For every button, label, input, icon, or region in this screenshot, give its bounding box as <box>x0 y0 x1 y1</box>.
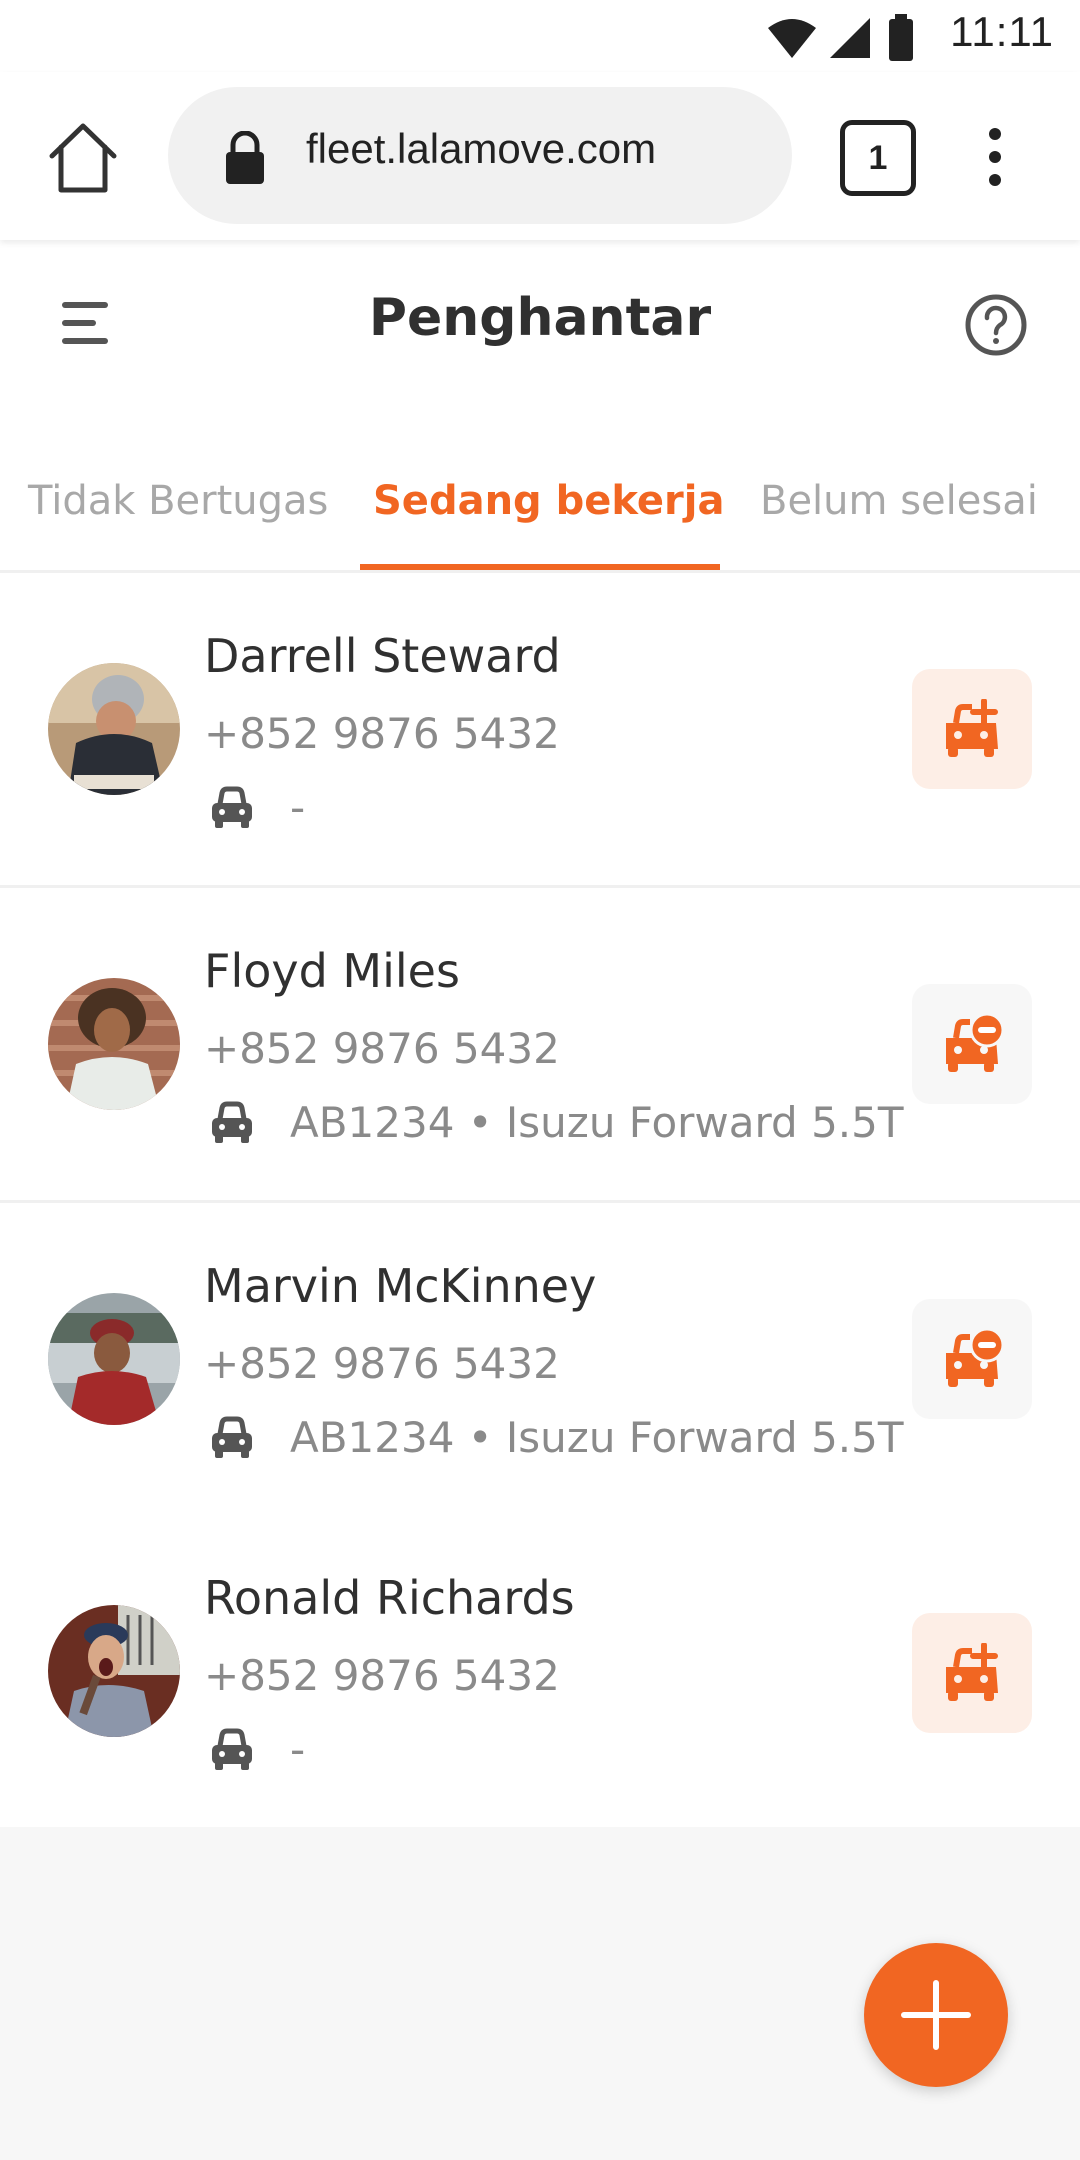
more-vertical-icon <box>989 128 1001 186</box>
assign-vehicle-button[interactable] <box>912 669 1032 789</box>
driver-phone: +852 9876 5432 <box>204 709 560 758</box>
car-plus-icon <box>946 699 998 757</box>
vehicle-info: - <box>208 1725 305 1774</box>
status-bar: 11:11 <box>0 0 1080 72</box>
unassign-vehicle-button[interactable] <box>912 984 1032 1104</box>
vehicle-text: - <box>290 783 306 832</box>
browser-toolbar: fleet.lalamove.com 1 <box>0 72 1080 240</box>
vehicle-text: AB1234 • Isuzu Forward 5.5T <box>290 1413 904 1462</box>
driver-list-item[interactable]: Floyd Miles +852 9876 5432 AB1234 • Isuz… <box>0 888 1080 1203</box>
status-icons <box>766 14 916 62</box>
car-icon <box>212 1416 252 1458</box>
home-icon <box>49 123 117 193</box>
driver-avatar <box>48 1293 180 1425</box>
car-minus-icon <box>946 1014 1004 1072</box>
driver-avatar <box>48 1605 180 1737</box>
car-plus-icon <box>946 1643 998 1701</box>
driver-list-item[interactable]: Marvin McKinney +852 9876 5432 AB1234 • … <box>0 1203 1080 1503</box>
driver-avatar <box>48 978 180 1110</box>
status-tabs: Tidak Bertugas Sedang bekerja Belum sele… <box>0 462 1080 573</box>
driver-phone: +852 9876 5432 <box>204 1024 560 1073</box>
status-time: 11:11 <box>950 8 1054 55</box>
lock-icon <box>226 131 264 184</box>
battery-icon <box>889 14 913 61</box>
vehicle-info: - <box>208 783 305 832</box>
page-title: Penghantar <box>368 288 712 348</box>
driver-phone: +852 9876 5432 <box>204 1339 560 1388</box>
cellular-signal-icon <box>830 18 870 58</box>
assign-vehicle-button[interactable] <box>912 1613 1032 1733</box>
driver-avatar <box>48 663 180 795</box>
tab-tidak-bertugas[interactable]: Tidak Bertugas <box>28 478 328 524</box>
vehicle-info: AB1234 • Isuzu Forward 5.5T <box>208 1098 904 1147</box>
plus-icon <box>901 1980 971 2050</box>
driver-list-item[interactable]: Ronald Richards +852 9876 5432 - <box>0 1503 1080 1827</box>
driver-name: Floyd Miles <box>204 944 460 998</box>
vehicle-text: - <box>290 1725 306 1774</box>
home-button[interactable] <box>44 120 122 198</box>
car-icon <box>212 1101 252 1143</box>
vehicle-info: AB1234 • Isuzu Forward 5.5T <box>208 1413 904 1462</box>
driver-name: Ronald Richards <box>204 1571 575 1625</box>
car-minus-icon <box>946 1329 1004 1387</box>
driver-name: Darrell Steward <box>204 629 561 683</box>
help-circle-icon <box>965 294 1027 356</box>
car-icon <box>212 1728 252 1770</box>
driver-name: Marvin McKinney <box>204 1259 597 1313</box>
driver-list-item[interactable]: Darrell Steward +852 9876 5432 - <box>0 573 1080 888</box>
driver-phone: +852 9876 5432 <box>204 1651 560 1700</box>
add-driver-button[interactable] <box>864 1943 1008 2087</box>
unassign-vehicle-button[interactable] <box>912 1299 1032 1419</box>
active-tab-indicator <box>360 564 720 570</box>
vehicle-text: AB1234 • Isuzu Forward 5.5T <box>290 1098 904 1147</box>
tab-belum-selesai[interactable]: Belum selesai <box>760 478 1038 524</box>
car-icon <box>212 786 252 828</box>
help-button[interactable] <box>960 288 1032 360</box>
tab-switcher-button[interactable]: 1 <box>840 120 916 196</box>
url-text: fleet.lalamove.com <box>306 125 657 172</box>
wifi-icon <box>768 19 816 58</box>
app-header: Penghantar Tidak Bertugas Sedang bekerja… <box>0 240 1080 573</box>
address-bar[interactable]: fleet.lalamove.com <box>168 87 792 224</box>
browser-menu-button[interactable] <box>975 124 1015 190</box>
tab-sedang-bekerja[interactable]: Sedang bekerja <box>373 478 724 524</box>
driver-list: Darrell Steward +852 9876 5432 - Floyd M… <box>0 573 1080 1827</box>
